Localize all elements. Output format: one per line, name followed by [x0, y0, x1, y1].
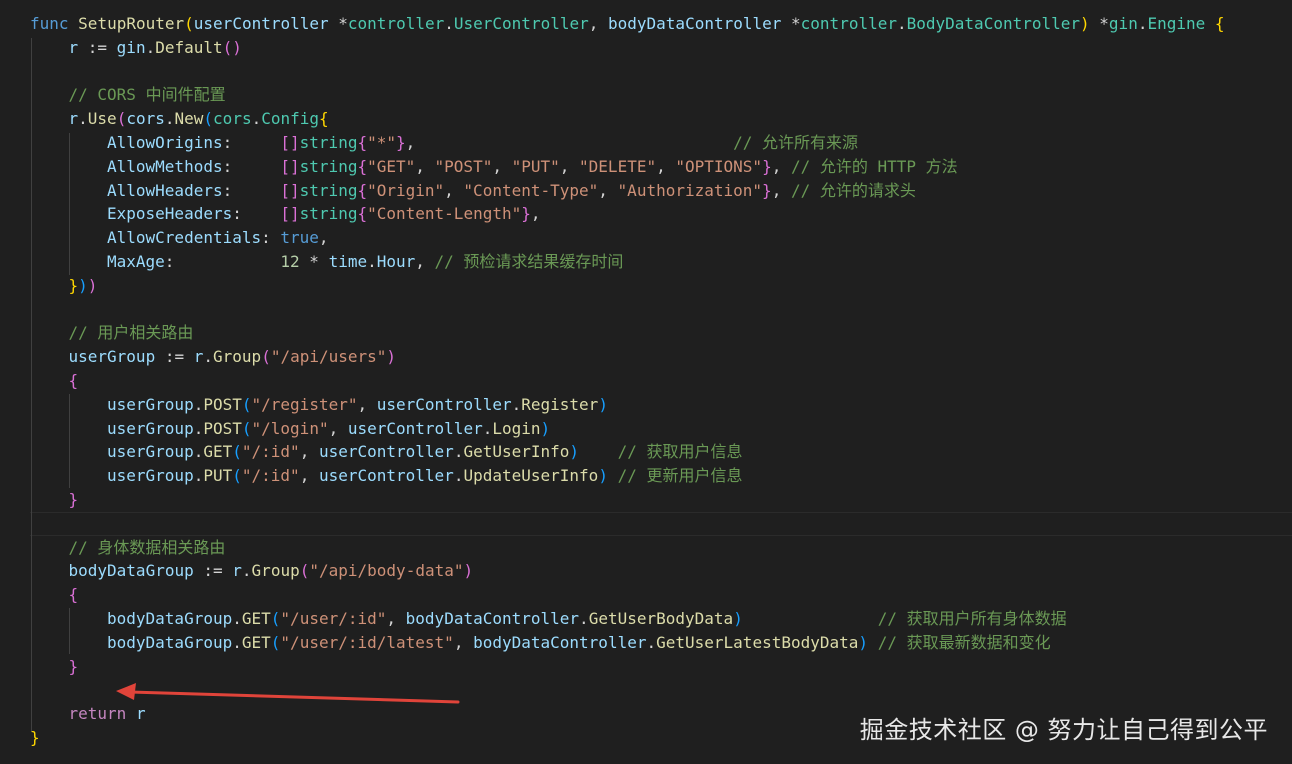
watermark: 掘金技术社区 @ 努力让自己得到公平: [859, 716, 1268, 744]
arrow-head: [116, 683, 136, 700]
annotation-arrow: [116, 683, 460, 704]
arrow-shaft: [128, 690, 460, 704]
